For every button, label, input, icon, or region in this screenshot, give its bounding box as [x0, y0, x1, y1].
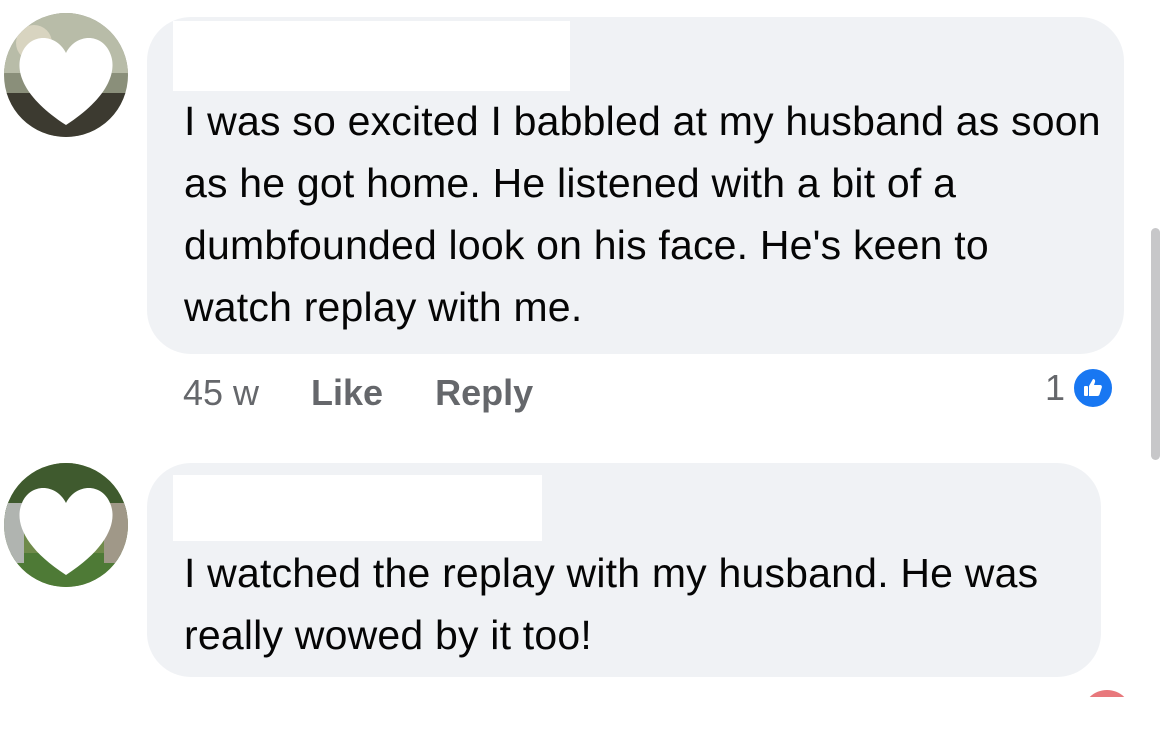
- comment-actions: 45 w Like Reply: [183, 368, 585, 418]
- comment-timestamp[interactable]: 45 w: [183, 372, 259, 414]
- like-button[interactable]: Like: [311, 372, 383, 414]
- scrollbar[interactable]: [1151, 228, 1160, 460]
- redacted-author-name: [173, 475, 542, 541]
- reaction-summary[interactable]: 1: [1045, 366, 1116, 410]
- bottom-edge: [0, 697, 1170, 752]
- comment-text: I watched the replay with my husband. He…: [184, 550, 1039, 658]
- redacted-author-name: [173, 21, 570, 91]
- reaction-count: 1: [1045, 367, 1066, 408]
- avatar[interactable]: [4, 13, 128, 137]
- thumbs-up-icon: [1071, 366, 1116, 410]
- reply-button[interactable]: Reply: [435, 372, 533, 414]
- comment-bubble: I watched the replay with my husband. He…: [147, 463, 1101, 677]
- avatar-photo: [4, 13, 128, 137]
- avatar-photo: [4, 463, 128, 587]
- comment-text: I was so excited I babbled at my husband…: [184, 98, 1101, 330]
- avatar[interactable]: [4, 463, 128, 587]
- comment-bubble: I was so excited I babbled at my husband…: [147, 17, 1124, 354]
